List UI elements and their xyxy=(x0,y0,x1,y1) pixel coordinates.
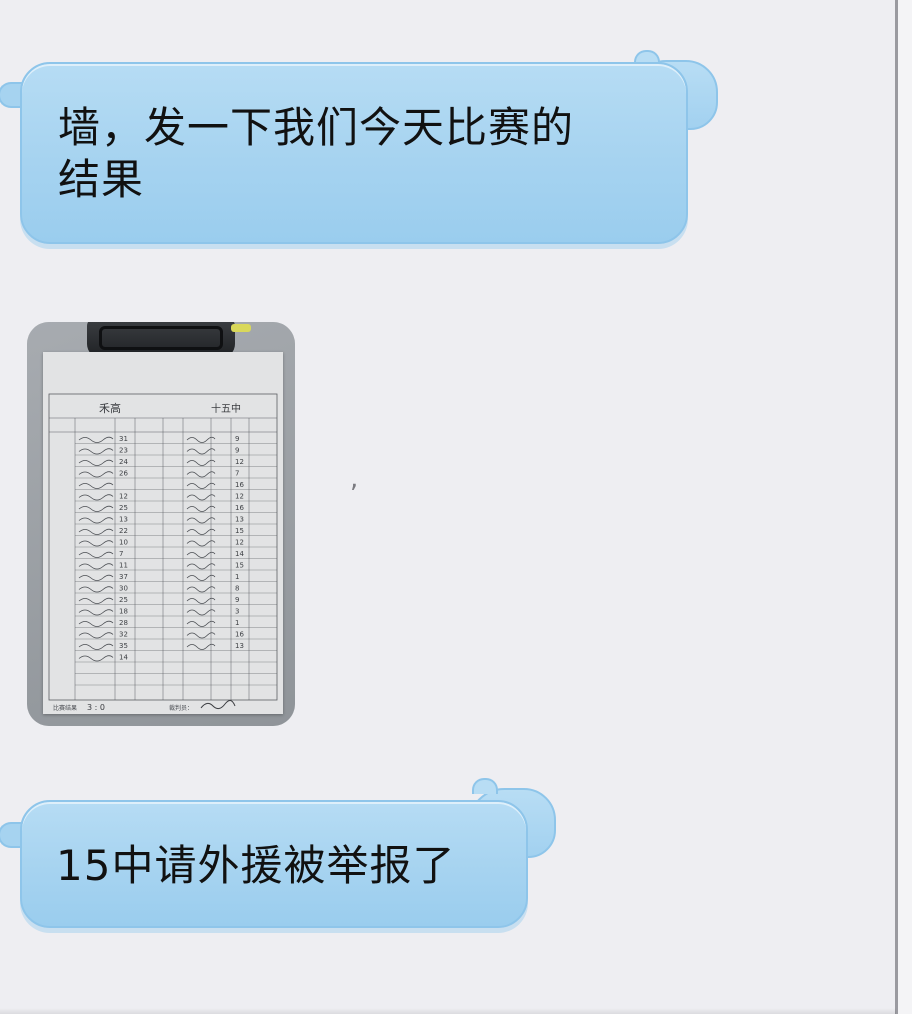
scrollbar-track xyxy=(895,0,898,1014)
sheet-away-score: 1 xyxy=(235,619,239,627)
sheet-away-score: 9 xyxy=(235,596,239,604)
sheet-home-team: 禾高 xyxy=(99,401,121,415)
sheet-name-scribble xyxy=(78,574,114,581)
sheet-away-score: 9 xyxy=(235,435,239,443)
sheet-name-scribble xyxy=(78,436,114,443)
sheet-home-score: 22 xyxy=(119,527,128,535)
sheet-name-scribble xyxy=(78,494,114,501)
sheet-name-scribble xyxy=(78,643,114,650)
sheet-signature-icon xyxy=(200,700,236,710)
sheet-away-team: 十五中 xyxy=(211,402,241,415)
message-text: 15中请外援被举报了 xyxy=(56,841,456,890)
sheet-name-scribble xyxy=(78,471,114,478)
sheet-away-score: 16 xyxy=(235,631,244,639)
sheet-away-score: 16 xyxy=(235,481,244,489)
sheet-name-scribble xyxy=(78,586,114,593)
sheet-home-score: 18 xyxy=(119,608,128,616)
sheet-away-score: 12 xyxy=(235,493,244,501)
sheet-name-scribble xyxy=(78,609,114,616)
message-text: 墙，发一下我们今天比赛的 xyxy=(58,103,575,152)
sheet-home-score: 12 xyxy=(119,493,128,501)
sheet-name-scribble xyxy=(78,482,114,489)
message-text: 结果 xyxy=(58,155,145,204)
bottom-shadow xyxy=(0,1008,896,1014)
sheet-name-scribble xyxy=(78,551,114,558)
sheet-away-score: 12 xyxy=(235,458,244,466)
sheet-home-score: 28 xyxy=(119,619,128,627)
sheet-away-score: 16 xyxy=(235,504,244,512)
sheet-name-scribble xyxy=(78,597,114,604)
sheet-home-score: 35 xyxy=(119,642,128,650)
sheet-away-score: 14 xyxy=(235,550,244,558)
sheet-away-score: 15 xyxy=(235,527,244,535)
sheet-name-scribble xyxy=(78,517,114,524)
sheet-away-score: 15 xyxy=(235,562,244,570)
sheet-name-scribble xyxy=(78,620,114,627)
sheet-away-score: 9 xyxy=(235,447,239,455)
sheet-signature-label: 裁判员： xyxy=(169,704,193,712)
sheet-name-scribble xyxy=(78,563,114,570)
message-bubble-3[interactable]: 15中请外援被举报了 xyxy=(0,778,560,940)
sheet-home-score: 11 xyxy=(119,562,128,570)
sheet-home-score: 30 xyxy=(119,585,128,593)
message-bubble-1[interactable]: 墙，发一下我们今天比赛的 结果 xyxy=(0,50,718,252)
sheet-away-score: 1 xyxy=(235,573,239,581)
sheet-name-scribble xyxy=(78,632,114,639)
sheet-home-score: 31 xyxy=(119,435,128,443)
sheet-home-score: 24 xyxy=(119,458,128,466)
sheet-home-score: 32 xyxy=(119,631,128,639)
sheet-final-score: 3 : 0 xyxy=(87,703,105,712)
sheet-name-scribble xyxy=(78,528,114,535)
sheet-home-score: 23 xyxy=(119,447,128,455)
sheet-name-scribble xyxy=(78,459,114,466)
image-caption: , xyxy=(350,464,359,494)
sheet-away-score: 12 xyxy=(235,539,244,547)
sheet-home-score: 13 xyxy=(119,516,128,524)
sheet-name-scribble xyxy=(78,655,114,662)
sheet-name-scribble xyxy=(78,505,114,512)
sheet-home-score: 37 xyxy=(119,573,128,581)
clipboard: 禾高 十五中 31 23 24 26 12 25 13 22 10 7 11 37 30 25 18 28 32 35… xyxy=(27,322,295,726)
message-image-scoresheet[interactable]: 禾高 十五中 31 23 24 26 12 25 13 22 10 7 11 37 30 25 18 28 32 35… xyxy=(27,322,295,726)
window-edge xyxy=(898,0,912,1014)
sheet-home-score: 25 xyxy=(119,596,128,604)
sheet-name-scribble xyxy=(78,448,114,455)
sheet-home-score: 10 xyxy=(119,539,128,547)
sheet-away-score: 13 xyxy=(235,516,244,524)
sheet-away-score: 7 xyxy=(235,470,239,478)
sheet-home-score: 26 xyxy=(119,470,128,478)
scoresheet-grid: 禾高 十五中31232426122513221071137302518283235… xyxy=(48,393,278,712)
sheet-away-score: 13 xyxy=(235,642,244,650)
sheet-away-score: 3 xyxy=(235,608,239,616)
sheet-home-score: 25 xyxy=(119,504,128,512)
sheet-home-score: 14 xyxy=(119,654,128,662)
sheet-name-scribble xyxy=(78,540,114,547)
sheet-home-score: 7 xyxy=(119,550,123,558)
sheet-final-label: 比赛结果 xyxy=(53,704,77,712)
sheet-away-score: 8 xyxy=(235,585,239,593)
scoresheet-paper: 禾高 十五中 31 23 24 26 12 25 13 22 10 7 11 37 30 25 18 28 32 35… xyxy=(43,352,283,714)
